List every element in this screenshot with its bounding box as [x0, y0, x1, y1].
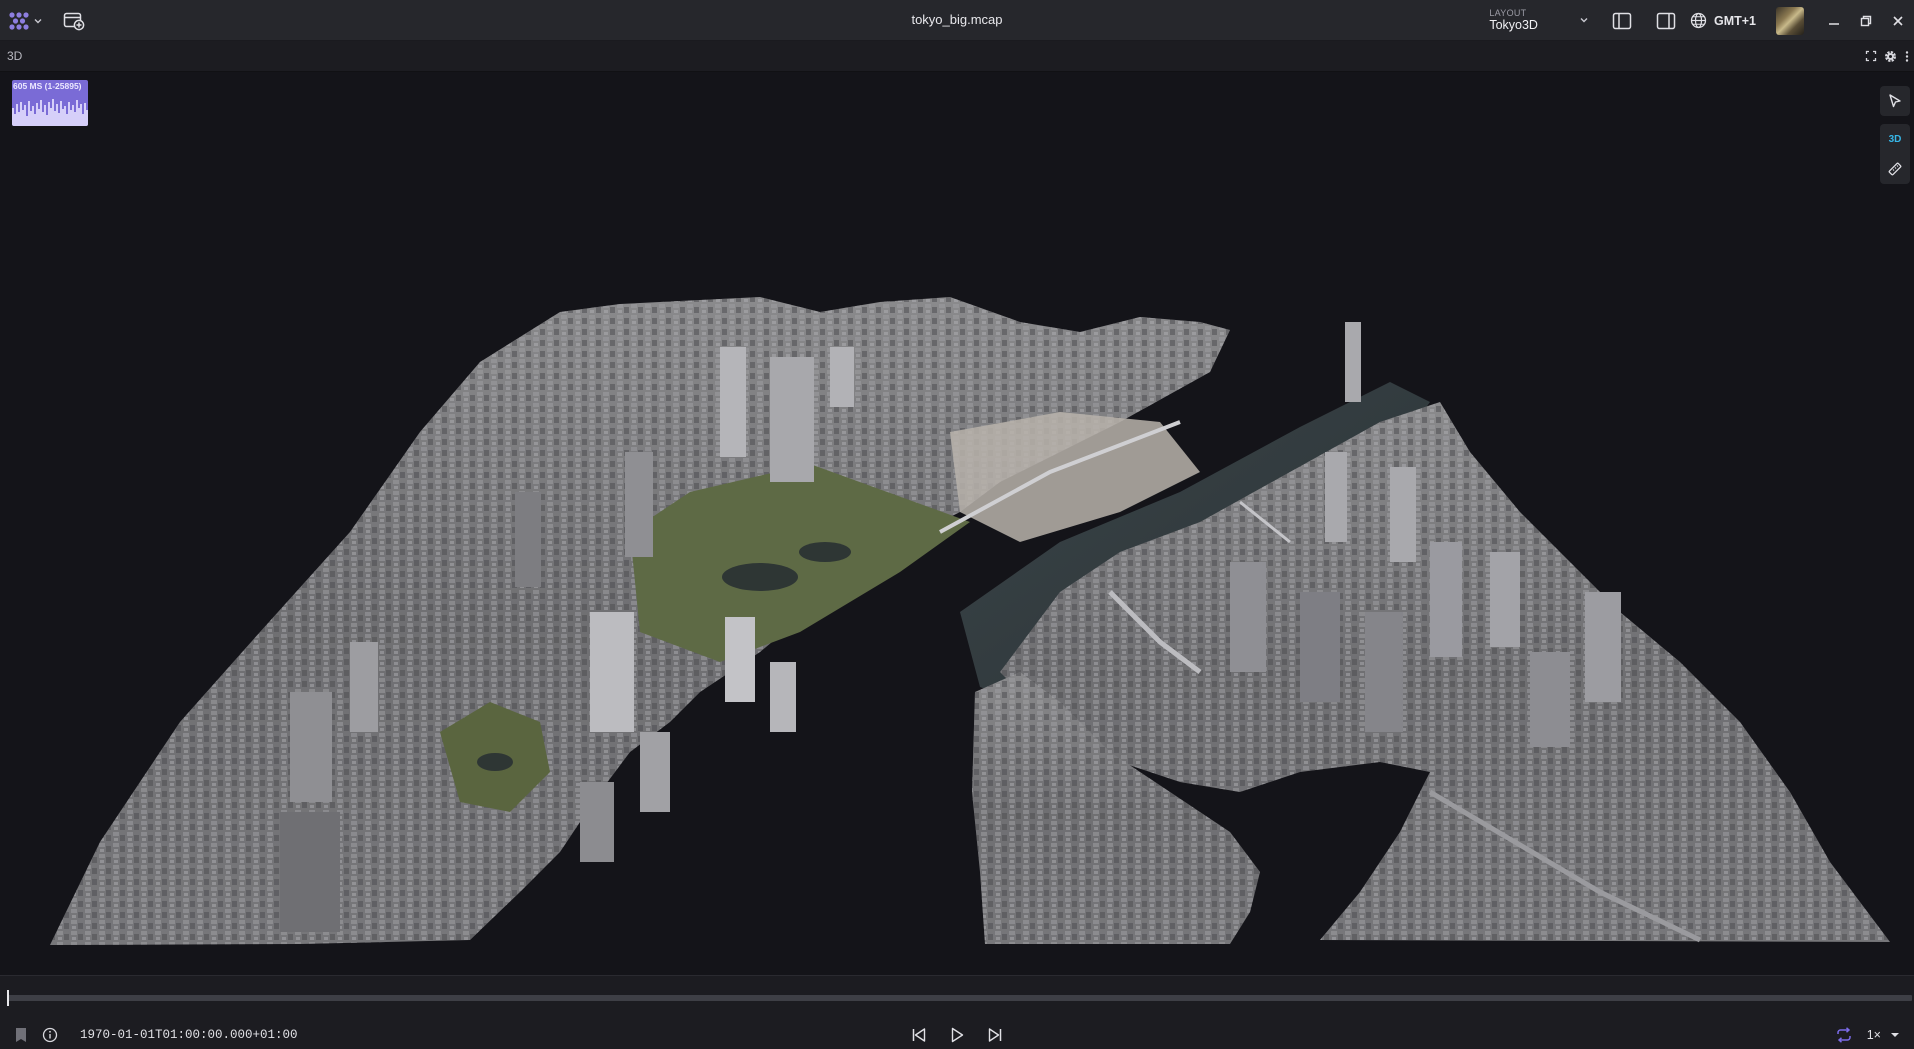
- playback-speed-label: 1×: [1866, 1028, 1881, 1042]
- timezone-selector[interactable]: GMT+1: [1690, 12, 1756, 29]
- title-bar-left: [8, 0, 85, 41]
- panel-menu-button[interactable]: [1904, 50, 1910, 63]
- close-icon: [1893, 15, 1903, 26]
- panel-actions: [1865, 41, 1910, 71]
- panel-settings-button[interactable]: [1884, 50, 1897, 63]
- current-timestamp[interactable]: 1970-01-01T01:00:00.000+01:00: [80, 1028, 298, 1042]
- skip-back-icon: [912, 1028, 926, 1042]
- data-source-button[interactable]: [14, 1027, 28, 1043]
- loop-icon: [1836, 1027, 1851, 1043]
- gear-icon: [1884, 50, 1897, 62]
- playback-controls: 1970-01-01T01:00:00.000+01:00 1×: [0, 975, 1914, 1049]
- panel-title[interactable]: 3D: [7, 41, 22, 71]
- cursor-icon: [1889, 94, 1901, 108]
- app-logo-icon: [9, 11, 29, 30]
- left-sidebar-icon: [1612, 12, 1632, 29]
- globe-icon: [1690, 12, 1707, 29]
- pond: [477, 753, 513, 771]
- add-panel-icon: [63, 12, 85, 30]
- bookmark-icon: [16, 1028, 26, 1042]
- performance-graph: [12, 99, 88, 126]
- seek-backward-button[interactable]: [910, 1026, 928, 1044]
- restore-button[interactable]: [1850, 0, 1882, 41]
- city-scene[interactable]: [0, 72, 1914, 975]
- pond: [722, 563, 798, 591]
- playback-speed-selector[interactable]: 1×: [1867, 1028, 1900, 1042]
- ruler-icon: [1888, 162, 1902, 176]
- timezone-label: GMT+1: [1713, 13, 1756, 28]
- skip-forward-icon: [988, 1028, 1002, 1042]
- fullscreen-button[interactable]: [1865, 50, 1877, 62]
- right-sidebar-icon: [1656, 12, 1676, 29]
- more-vertical-icon: [1905, 50, 1909, 62]
- playback-center: [910, 1023, 1004, 1047]
- playback-left: 1970-01-01T01:00:00.000+01:00: [14, 1023, 298, 1047]
- pond: [799, 542, 851, 562]
- select-tool-button[interactable]: [1880, 86, 1910, 116]
- app-menu-button[interactable]: [8, 11, 43, 31]
- caret-down-icon: [1891, 1033, 1899, 1037]
- layout-text: LAYOUT Tokyo3D: [1489, 8, 1538, 33]
- minimize-button[interactable]: [1818, 0, 1850, 41]
- toggle-right-sidebar-button[interactable]: [1656, 12, 1676, 30]
- info-icon: [42, 1027, 58, 1043]
- chevron-down-icon: [1580, 18, 1588, 23]
- layout-name: Tokyo3D: [1489, 17, 1538, 32]
- chevron-down-icon: [34, 18, 42, 23]
- scrubber-handle[interactable]: [7, 990, 9, 1006]
- layout-selector[interactable]: LAYOUT Tokyo3D: [1489, 8, 1590, 33]
- play-button[interactable]: [948, 1026, 966, 1044]
- title-bar-right: LAYOUT Tokyo3D GMT+1: [1489, 0, 1914, 41]
- performance-monitor: 605 MS (1-25895): [12, 80, 88, 126]
- close-button[interactable]: [1882, 0, 1914, 41]
- title-bar: tokyo_big.mcap LAYOUT Tokyo3D GMT+1: [0, 0, 1914, 41]
- loop-button[interactable]: [1835, 1027, 1853, 1043]
- performance-label: 605 MS (1-25895): [13, 81, 82, 91]
- interaction-tool: [1880, 86, 1910, 116]
- seek-forward-button[interactable]: [986, 1026, 1004, 1044]
- avatar[interactable]: [1776, 6, 1804, 35]
- measure-button[interactable]: [1880, 154, 1910, 184]
- view-tools: 3D: [1880, 124, 1910, 184]
- add-panel-button[interactable]: [63, 11, 85, 31]
- play-icon: [951, 1027, 964, 1043]
- playback-right: 1×: [1835, 1023, 1900, 1047]
- 3d-mode-label: 3D: [1888, 133, 1902, 145]
- restore-icon: [1860, 15, 1872, 26]
- toggle-left-sidebar-button[interactable]: [1612, 12, 1632, 30]
- info-button[interactable]: [42, 1027, 58, 1043]
- minimize-icon: [1829, 22, 1839, 25]
- fullscreen-icon: [1865, 50, 1877, 62]
- 3d-viewport[interactable]: 605 MS (1-25895) 3D: [0, 72, 1914, 975]
- 3d-mode-button[interactable]: 3D: [1880, 124, 1910, 154]
- panel-toolbar: 3D: [0, 41, 1914, 72]
- timeline-scrubber[interactable]: [7, 990, 1912, 1006]
